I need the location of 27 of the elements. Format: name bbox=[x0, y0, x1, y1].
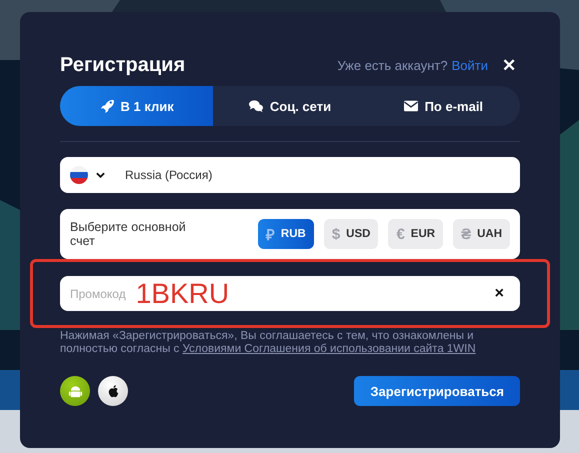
dialog-title: Регистрация bbox=[60, 54, 186, 76]
flag-icon bbox=[70, 166, 88, 184]
tab[interactable]: Соц. сети bbox=[213, 86, 367, 126]
android-app-button[interactable] bbox=[60, 376, 90, 406]
currency-option[interactable]: ₴ UAH bbox=[453, 219, 510, 249]
tab[interactable]: По e-mail bbox=[366, 86, 520, 126]
chat-icon bbox=[248, 99, 263, 113]
promo-field[interactable]: Промокод 1BKRU × bbox=[60, 276, 520, 311]
country-select[interactable]: Russia (Россия) bbox=[60, 157, 520, 193]
login-prompt: Уже есть аккаунт? bbox=[337, 58, 448, 72]
currency-label: Выберите основной счет bbox=[70, 220, 187, 248]
android-icon bbox=[68, 384, 82, 398]
tab[interactable]: В 1 клик bbox=[60, 86, 214, 126]
envelope-icon bbox=[404, 99, 418, 113]
clear-button[interactable]: × bbox=[488, 284, 510, 304]
terms-text: Нажимая «Зарегистрироваться», Вы соглашаетесь с тем, что ознакомлены и полностью согласны с Условиями Соглашения об использовании сайта 1WIN bbox=[60, 330, 477, 356]
terms-link[interactable]: Условиями Соглашения об использовании сайта 1WIN bbox=[182, 343, 476, 355]
register-button[interactable]: Зарегистрироваться bbox=[354, 376, 520, 406]
promo-label: Промокод bbox=[70, 286, 126, 300]
close-button[interactable]: ✕ bbox=[498, 54, 520, 76]
currency-option[interactable]: ₽ RUB bbox=[258, 219, 314, 249]
apple-app-button[interactable] bbox=[98, 376, 128, 406]
rocket-icon bbox=[100, 99, 114, 113]
currency-option[interactable]: $ USD bbox=[324, 219, 378, 249]
currency-option[interactable]: € EUR bbox=[388, 219, 444, 249]
chevron-down-icon bbox=[96, 172, 105, 178]
login-link[interactable]: Войти bbox=[452, 58, 488, 72]
